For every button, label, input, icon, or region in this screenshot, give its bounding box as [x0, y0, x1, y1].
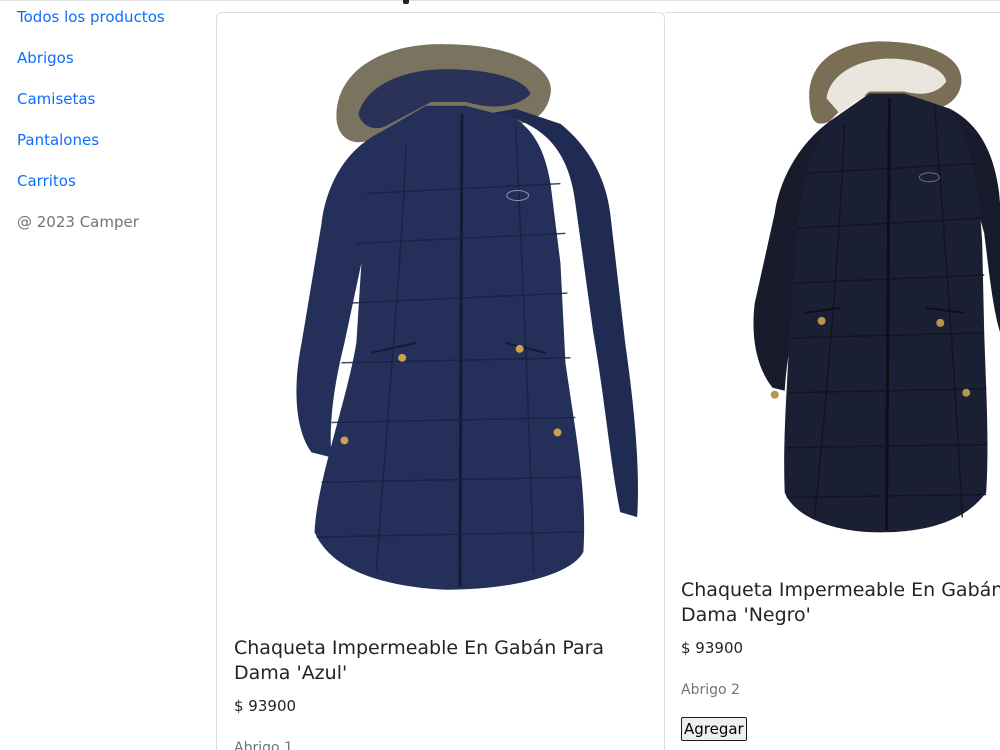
- jacket-image: [296, 44, 638, 590]
- sidebar-link-abrigos[interactable]: Abrigos: [17, 49, 74, 67]
- add-to-cart-button[interactable]: Agregar: [681, 717, 747, 741]
- product-card: Chaqueta Impermeable En Gabán Para Dama …: [216, 12, 665, 750]
- sidebar-link-camisetas[interactable]: Camisetas: [17, 90, 95, 108]
- footer-copyright: @ 2023 Camper: [17, 213, 139, 231]
- sidebar-link-carritos[interactable]: Carritos: [17, 172, 76, 190]
- product-title: Chaqueta Impermeable En Gabán Para Dama …: [681, 579, 1000, 626]
- product-price: $ 93900: [234, 697, 297, 715]
- product-category: Abrigo 2: [681, 682, 740, 698]
- sidebar-link-all-products[interactable]: Todos los productos: [17, 8, 165, 26]
- header-border: [0, 0, 1000, 1]
- header-fragment: [403, 0, 409, 4]
- product-card: Chaqueta Impermeable En Gabán Para Dama …: [665, 12, 1000, 750]
- product-title: Chaqueta Impermeable En Gabán Para Dama …: [234, 637, 605, 684]
- sidebar-link-pantalones[interactable]: Pantalones: [17, 131, 99, 149]
- page: Todos los productos Abrigos Camisetas Pa…: [0, 0, 1000, 750]
- product-category: Abrigo 1: [234, 740, 293, 750]
- product-price: $ 93900: [681, 639, 744, 657]
- jacket-image: [753, 41, 1000, 533]
